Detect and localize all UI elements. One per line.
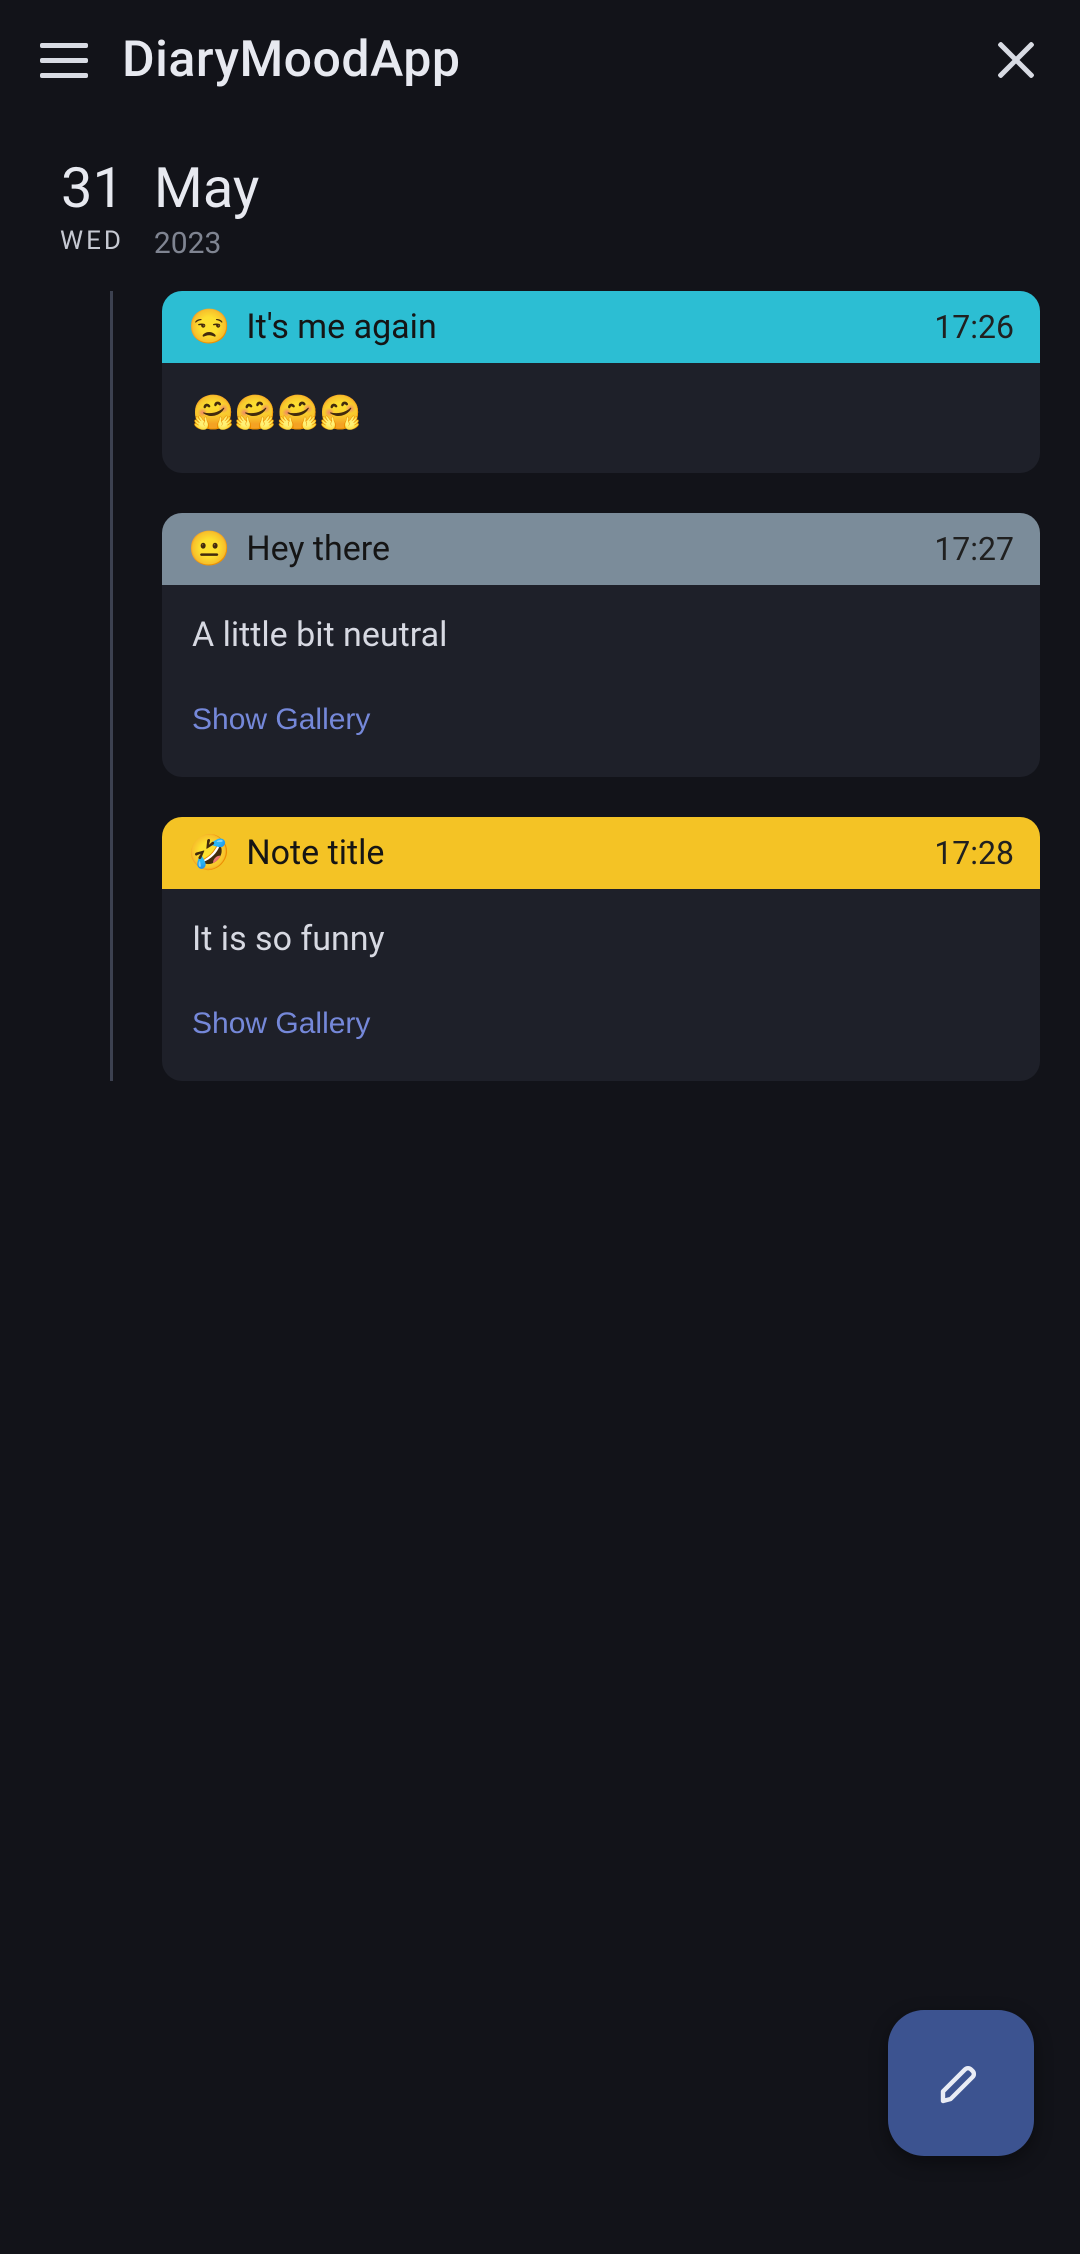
- diary-entry[interactable]: 😒 It's me again 17:26 🤗🤗🤗🤗: [162, 291, 1040, 473]
- app-title: DiaryMoodApp: [122, 31, 992, 89]
- pencil-icon: [937, 2059, 985, 2107]
- entry-actions: Show Gallery: [162, 695, 1040, 777]
- diary-entry[interactable]: 🤣 Note title 17:28 It is so funny Show G…: [162, 817, 1040, 1081]
- close-icon[interactable]: [992, 36, 1040, 84]
- menu-icon[interactable]: [40, 36, 88, 84]
- date-month: May: [154, 160, 259, 216]
- show-gallery-button[interactable]: Show Gallery: [192, 999, 370, 1049]
- app-bar: DiaryMoodApp: [0, 0, 1080, 120]
- timeline: 😒 It's me again 17:26 🤗🤗🤗🤗 😐 Hey there 1…: [110, 291, 1080, 1081]
- mood-emoji-icon: 🤣: [188, 836, 230, 870]
- entry-header: 😐 Hey there 17:27: [162, 513, 1040, 585]
- entry-header: 😒 It's me again 17:26: [162, 291, 1040, 363]
- date-weekday: WED: [60, 226, 124, 256]
- entry-time: 17:26: [934, 308, 1014, 346]
- entry-time: 17:27: [934, 530, 1014, 568]
- show-gallery-button[interactable]: Show Gallery: [192, 695, 370, 745]
- entry-time: 17:28: [934, 834, 1014, 872]
- entry-header: 🤣 Note title 17:28: [162, 817, 1040, 889]
- date-day: 31: [61, 160, 124, 216]
- date-year: 2023: [154, 226, 221, 261]
- entry-body: It is so funny: [162, 889, 1040, 999]
- entry-title: Hey there: [246, 529, 918, 569]
- date-header: 31 WED May 2023: [0, 120, 1080, 291]
- date-right-column: May 2023: [154, 160, 259, 261]
- date-left-column: 31 WED: [60, 160, 124, 256]
- diary-entry[interactable]: 😐 Hey there 17:27 A little bit neutral S…: [162, 513, 1040, 777]
- entry-title: Note title: [246, 833, 918, 873]
- entry-body: A little bit neutral: [162, 585, 1040, 695]
- mood-emoji-icon: 😒: [188, 310, 230, 344]
- entry-body: 🤗🤗🤗🤗: [162, 363, 1040, 473]
- entry-actions: Show Gallery: [162, 999, 1040, 1081]
- entry-title: It's me again: [246, 307, 918, 347]
- mood-emoji-icon: 😐: [188, 532, 230, 566]
- new-entry-fab[interactable]: [888, 2010, 1034, 2156]
